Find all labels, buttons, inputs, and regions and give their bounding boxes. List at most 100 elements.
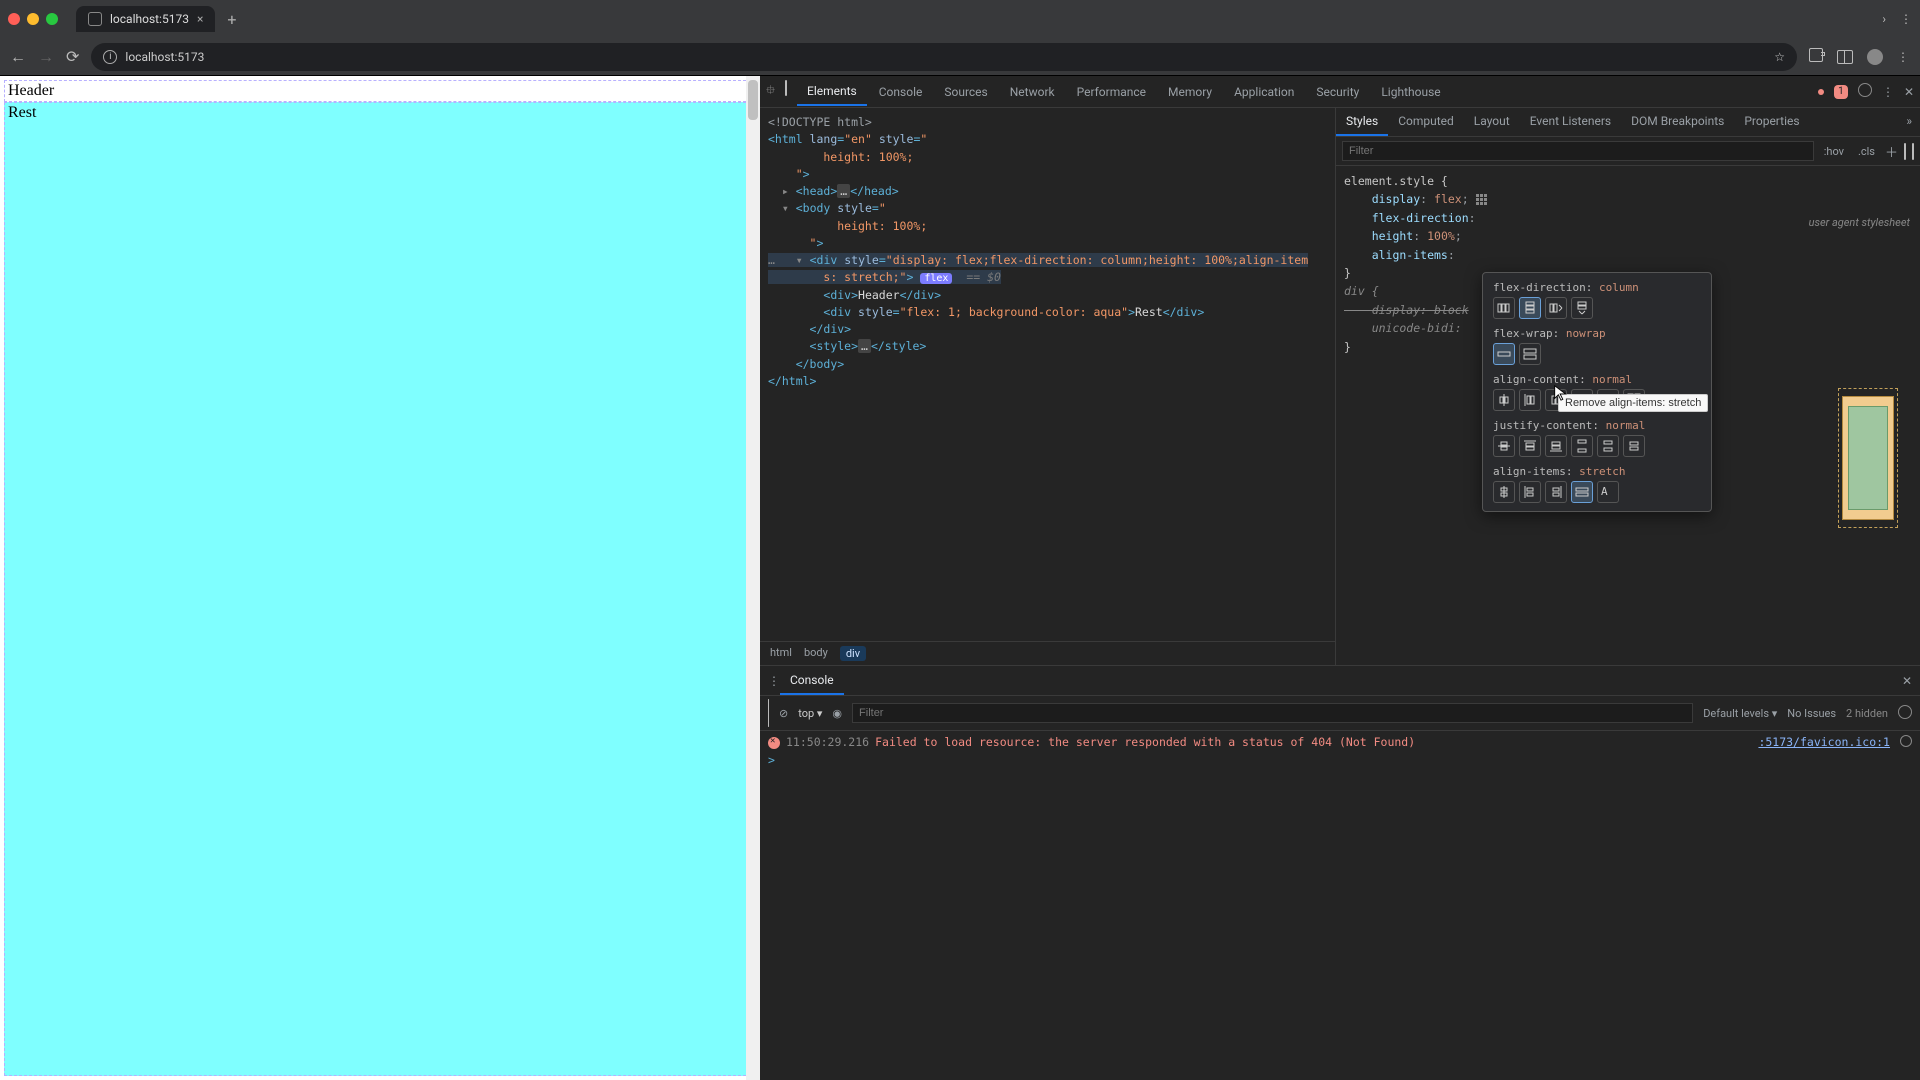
fd-column-button[interactable]: [1519, 297, 1541, 319]
error-count-badge[interactable]: 1: [1834, 85, 1848, 99]
drawer-tab-console[interactable]: Console: [780, 667, 844, 695]
jc-space-evenly-button[interactable]: [1623, 435, 1645, 457]
back-button[interactable]: ←: [10, 47, 26, 67]
ac-start-button[interactable]: [1519, 389, 1541, 411]
dom-body-open[interactable]: <body style=" height: 100%; ">: [768, 201, 927, 250]
fp-flex-direction-label: flex-direction: column: [1493, 281, 1701, 294]
devtools-settings-icon[interactable]: [1858, 83, 1872, 100]
tab-security[interactable]: Security: [1306, 79, 1369, 105]
tab-memory[interactable]: Memory: [1158, 79, 1222, 105]
styles-filter-input[interactable]: [1342, 141, 1814, 161]
console-sidebar-toggle[interactable]: [768, 700, 769, 726]
close-window-button[interactable]: [8, 13, 20, 25]
bookmark-star-icon[interactable]: ☆: [1774, 50, 1785, 64]
log-message: Failed to load resource: the server resp…: [875, 735, 1415, 749]
tab-network[interactable]: Network: [1000, 79, 1065, 105]
console-prompt[interactable]: >: [768, 753, 775, 767]
fd-row-reverse-button[interactable]: [1545, 297, 1567, 319]
tab-console[interactable]: Console: [869, 79, 933, 105]
flex-badge[interactable]: flex: [920, 273, 952, 284]
overflow-chevron-icon[interactable]: ›: [1882, 12, 1886, 26]
console-levels-select[interactable]: Default levels ▾: [1703, 707, 1777, 720]
drawer-close-button[interactable]: ✕: [1902, 674, 1912, 688]
ai-baseline-button[interactable]: A: [1597, 481, 1619, 503]
styles-tab-styles[interactable]: Styles: [1336, 108, 1388, 136]
fw-wrap-button[interactable]: [1519, 343, 1541, 365]
dom-head[interactable]: <head>: [796, 184, 838, 198]
styles-tab-computed[interactable]: Computed: [1388, 108, 1464, 136]
dom-style[interactable]: <style>: [810, 339, 858, 353]
inspect-icon[interactable]: ⯐: [766, 81, 775, 102]
dom-selected-div[interactable]: <div style="display: flex;flex-direction…: [810, 253, 1309, 267]
console-body[interactable]: 11:50:29.216 Failed to load resource: th…: [760, 731, 1920, 1080]
reload-button[interactable]: ⟳: [66, 47, 79, 66]
tab-sources[interactable]: Sources: [934, 79, 997, 105]
extensions-icon[interactable]: [1809, 48, 1823, 65]
styles-tab-events[interactable]: Event Listeners: [1520, 108, 1621, 136]
tab-close-button[interactable]: ×: [197, 12, 203, 26]
styles-tab-dombp[interactable]: DOM Breakpoints: [1621, 108, 1734, 136]
tab-application[interactable]: Application: [1224, 79, 1304, 105]
styles-render-icon[interactable]: [1912, 144, 1914, 159]
hov-toggle[interactable]: :hov: [1820, 143, 1848, 160]
flex-editor-popup: flex-direction: column flex-wrap: nowrap: [1482, 272, 1712, 512]
console-live-expr-icon[interactable]: ◉: [832, 707, 842, 720]
cls-toggle[interactable]: .cls: [1854, 143, 1879, 160]
browser-tab[interactable]: localhost:5173 ×: [76, 6, 215, 32]
jc-space-around-button[interactable]: [1597, 435, 1619, 457]
fw-nowrap-button[interactable]: [1493, 343, 1515, 365]
new-tab-button[interactable]: +: [227, 10, 236, 29]
browser-menu-button[interactable]: ⋮: [1897, 50, 1910, 64]
tab-lighthouse[interactable]: Lighthouse: [1371, 79, 1450, 105]
site-info-icon[interactable]: i: [103, 50, 117, 64]
devtools-more-icon[interactable]: ⋮: [1882, 85, 1894, 99]
forward-button[interactable]: →: [38, 47, 54, 67]
dom-header-div[interactable]: <div>: [823, 288, 858, 302]
styles-tab-props[interactable]: Properties: [1734, 108, 1809, 136]
log-source-link[interactable]: :5173/favicon.ico:1: [1758, 735, 1890, 749]
fd-column-reverse-button[interactable]: [1571, 297, 1593, 319]
side-panel-icon[interactable]: [1837, 50, 1853, 64]
console-issues-label[interactable]: No Issues: [1787, 707, 1836, 720]
console-log-error[interactable]: 11:50:29.216 Failed to load resource: th…: [768, 735, 1912, 749]
dom-rest-div[interactable]: <div style="flex: 1; background-color: a…: [823, 305, 1135, 319]
crumb-body[interactable]: body: [804, 646, 828, 661]
tab-performance[interactable]: Performance: [1067, 79, 1156, 105]
console-context-select[interactable]: top ▾: [798, 707, 822, 720]
styles-computed-toggle-icon[interactable]: [1904, 144, 1906, 159]
jc-center-button[interactable]: [1493, 435, 1515, 457]
tab-elements[interactable]: Elements: [797, 78, 867, 106]
console-clear-button[interactable]: ⊘: [779, 707, 788, 720]
fd-row-button[interactable]: [1493, 297, 1515, 319]
console-filter-input[interactable]: [852, 703, 1693, 723]
ai-start-button[interactable]: [1519, 481, 1541, 503]
dom-tree[interactable]: <!DOCTYPE html> <html lang="en" style=" …: [760, 108, 1335, 641]
profile-avatar-icon[interactable]: [1867, 49, 1883, 65]
styles-tabs-more[interactable]: »: [1898, 108, 1920, 136]
page-scrollbar[interactable]: [746, 76, 760, 1080]
devtools-close-icon[interactable]: ✕: [1904, 85, 1914, 99]
ai-stretch-button[interactable]: [1571, 481, 1593, 503]
crumb-html[interactable]: html: [770, 646, 792, 661]
jc-end-button[interactable]: [1545, 435, 1567, 457]
dom-html-open[interactable]: <html lang="en" style=" height: 100%; ">: [768, 132, 927, 181]
ac-center-button[interactable]: [1493, 389, 1515, 411]
device-toolbar-icon[interactable]: [785, 81, 787, 102]
flex-editor-icon[interactable]: [1476, 194, 1489, 205]
ua-stylesheet-label: user agent stylesheet: [1809, 216, 1910, 229]
new-style-rule-button[interactable]: ＋: [1885, 142, 1898, 161]
log-gear-icon[interactable]: [1900, 735, 1912, 747]
console-hidden-label[interactable]: 2 hidden: [1846, 707, 1888, 720]
url-bar[interactable]: i localhost:5173 ☆: [91, 43, 1797, 71]
jc-space-between-button[interactable]: [1571, 435, 1593, 457]
drawer-menu-icon[interactable]: ⋮: [768, 674, 780, 688]
ai-end-button[interactable]: [1545, 481, 1567, 503]
maximize-window-button[interactable]: [46, 13, 58, 25]
crumb-div[interactable]: div: [840, 646, 866, 661]
ai-center-button[interactable]: [1493, 481, 1515, 503]
styles-tab-layout[interactable]: Layout: [1464, 108, 1520, 136]
console-toolbar: ⊘ top ▾ ◉ Default levels ▾ No Issues 2 h…: [760, 696, 1920, 731]
minimize-window-button[interactable]: [27, 13, 39, 25]
jc-start-button[interactable]: [1519, 435, 1541, 457]
console-settings-icon[interactable]: [1898, 705, 1912, 722]
